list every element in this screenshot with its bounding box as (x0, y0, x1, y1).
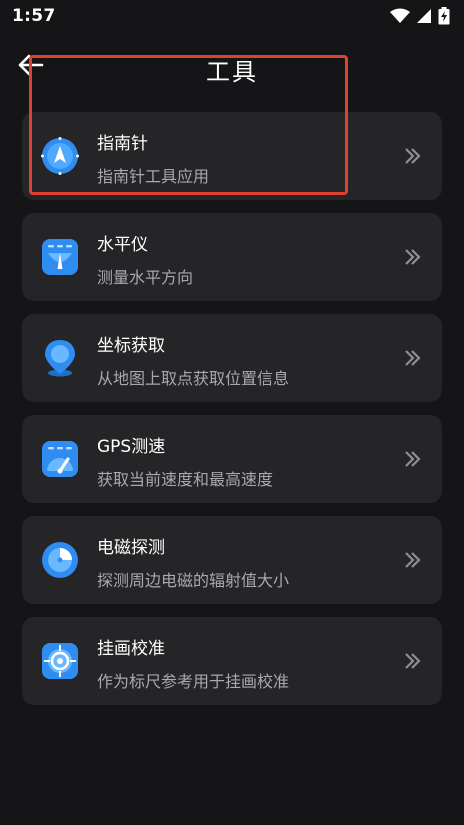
tool-title: GPS测速 (97, 437, 166, 457)
tool-card-picture-calibration[interactable]: 挂画校准 作为标尺参考用于挂画校准 (22, 617, 442, 705)
chevron-right-icon (404, 146, 422, 166)
page-title: 工具 (206, 58, 258, 86)
tool-description: 从地图上取点获取位置信息 (97, 369, 290, 388)
header: 工具 (0, 38, 464, 98)
chevron-right-icon (404, 550, 422, 570)
tool-title: 坐标获取 (97, 336, 165, 356)
tool-card-gps-speed[interactable]: GPS测速 获取当前速度和最高速度 (22, 415, 442, 503)
speedometer-icon (40, 439, 80, 479)
tool-card-coordinates[interactable]: 坐标获取 从地图上取点获取位置信息 (22, 314, 442, 402)
tool-card-level[interactable]: 水平仪 测量水平方向 (22, 213, 442, 301)
signal-icon (416, 8, 432, 24)
battery-charging-icon (438, 7, 450, 25)
chevron-right-icon (404, 348, 422, 368)
tool-title: 水平仪 (97, 235, 148, 255)
tool-description: 作为标尺参考用于挂画校准 (97, 672, 290, 691)
level-icon (40, 237, 80, 277)
tool-title: 电磁探测 (97, 538, 165, 558)
tool-description: 测量水平方向 (97, 268, 194, 287)
tool-title: 挂画校准 (97, 639, 165, 659)
tool-list: 指南针 指南针工具应用 水平仪 测量水平方向 坐标获取 从地图上取点获取位置信息… (22, 112, 442, 718)
chevron-right-icon (404, 449, 422, 469)
status-time: 1:57 (12, 6, 56, 26)
location-pin-icon (40, 338, 80, 378)
status-bar: 1:57 (0, 0, 464, 32)
chevron-right-icon (404, 247, 422, 267)
target-icon (40, 641, 80, 681)
tool-description: 探测周边电磁的辐射值大小 (97, 571, 290, 590)
status-icons (390, 7, 450, 25)
compass-icon (40, 136, 80, 176)
tool-card-em-detector[interactable]: 电磁探测 探测周边电磁的辐射值大小 (22, 516, 442, 604)
tool-card-compass[interactable]: 指南针 指南针工具应用 (22, 112, 442, 200)
tool-title: 指南针 (97, 134, 148, 154)
wifi-icon (390, 8, 410, 24)
radar-icon (40, 540, 80, 580)
chevron-right-icon (404, 651, 422, 671)
tool-description: 指南针工具应用 (97, 167, 210, 186)
tool-description: 获取当前速度和最高速度 (97, 470, 274, 489)
